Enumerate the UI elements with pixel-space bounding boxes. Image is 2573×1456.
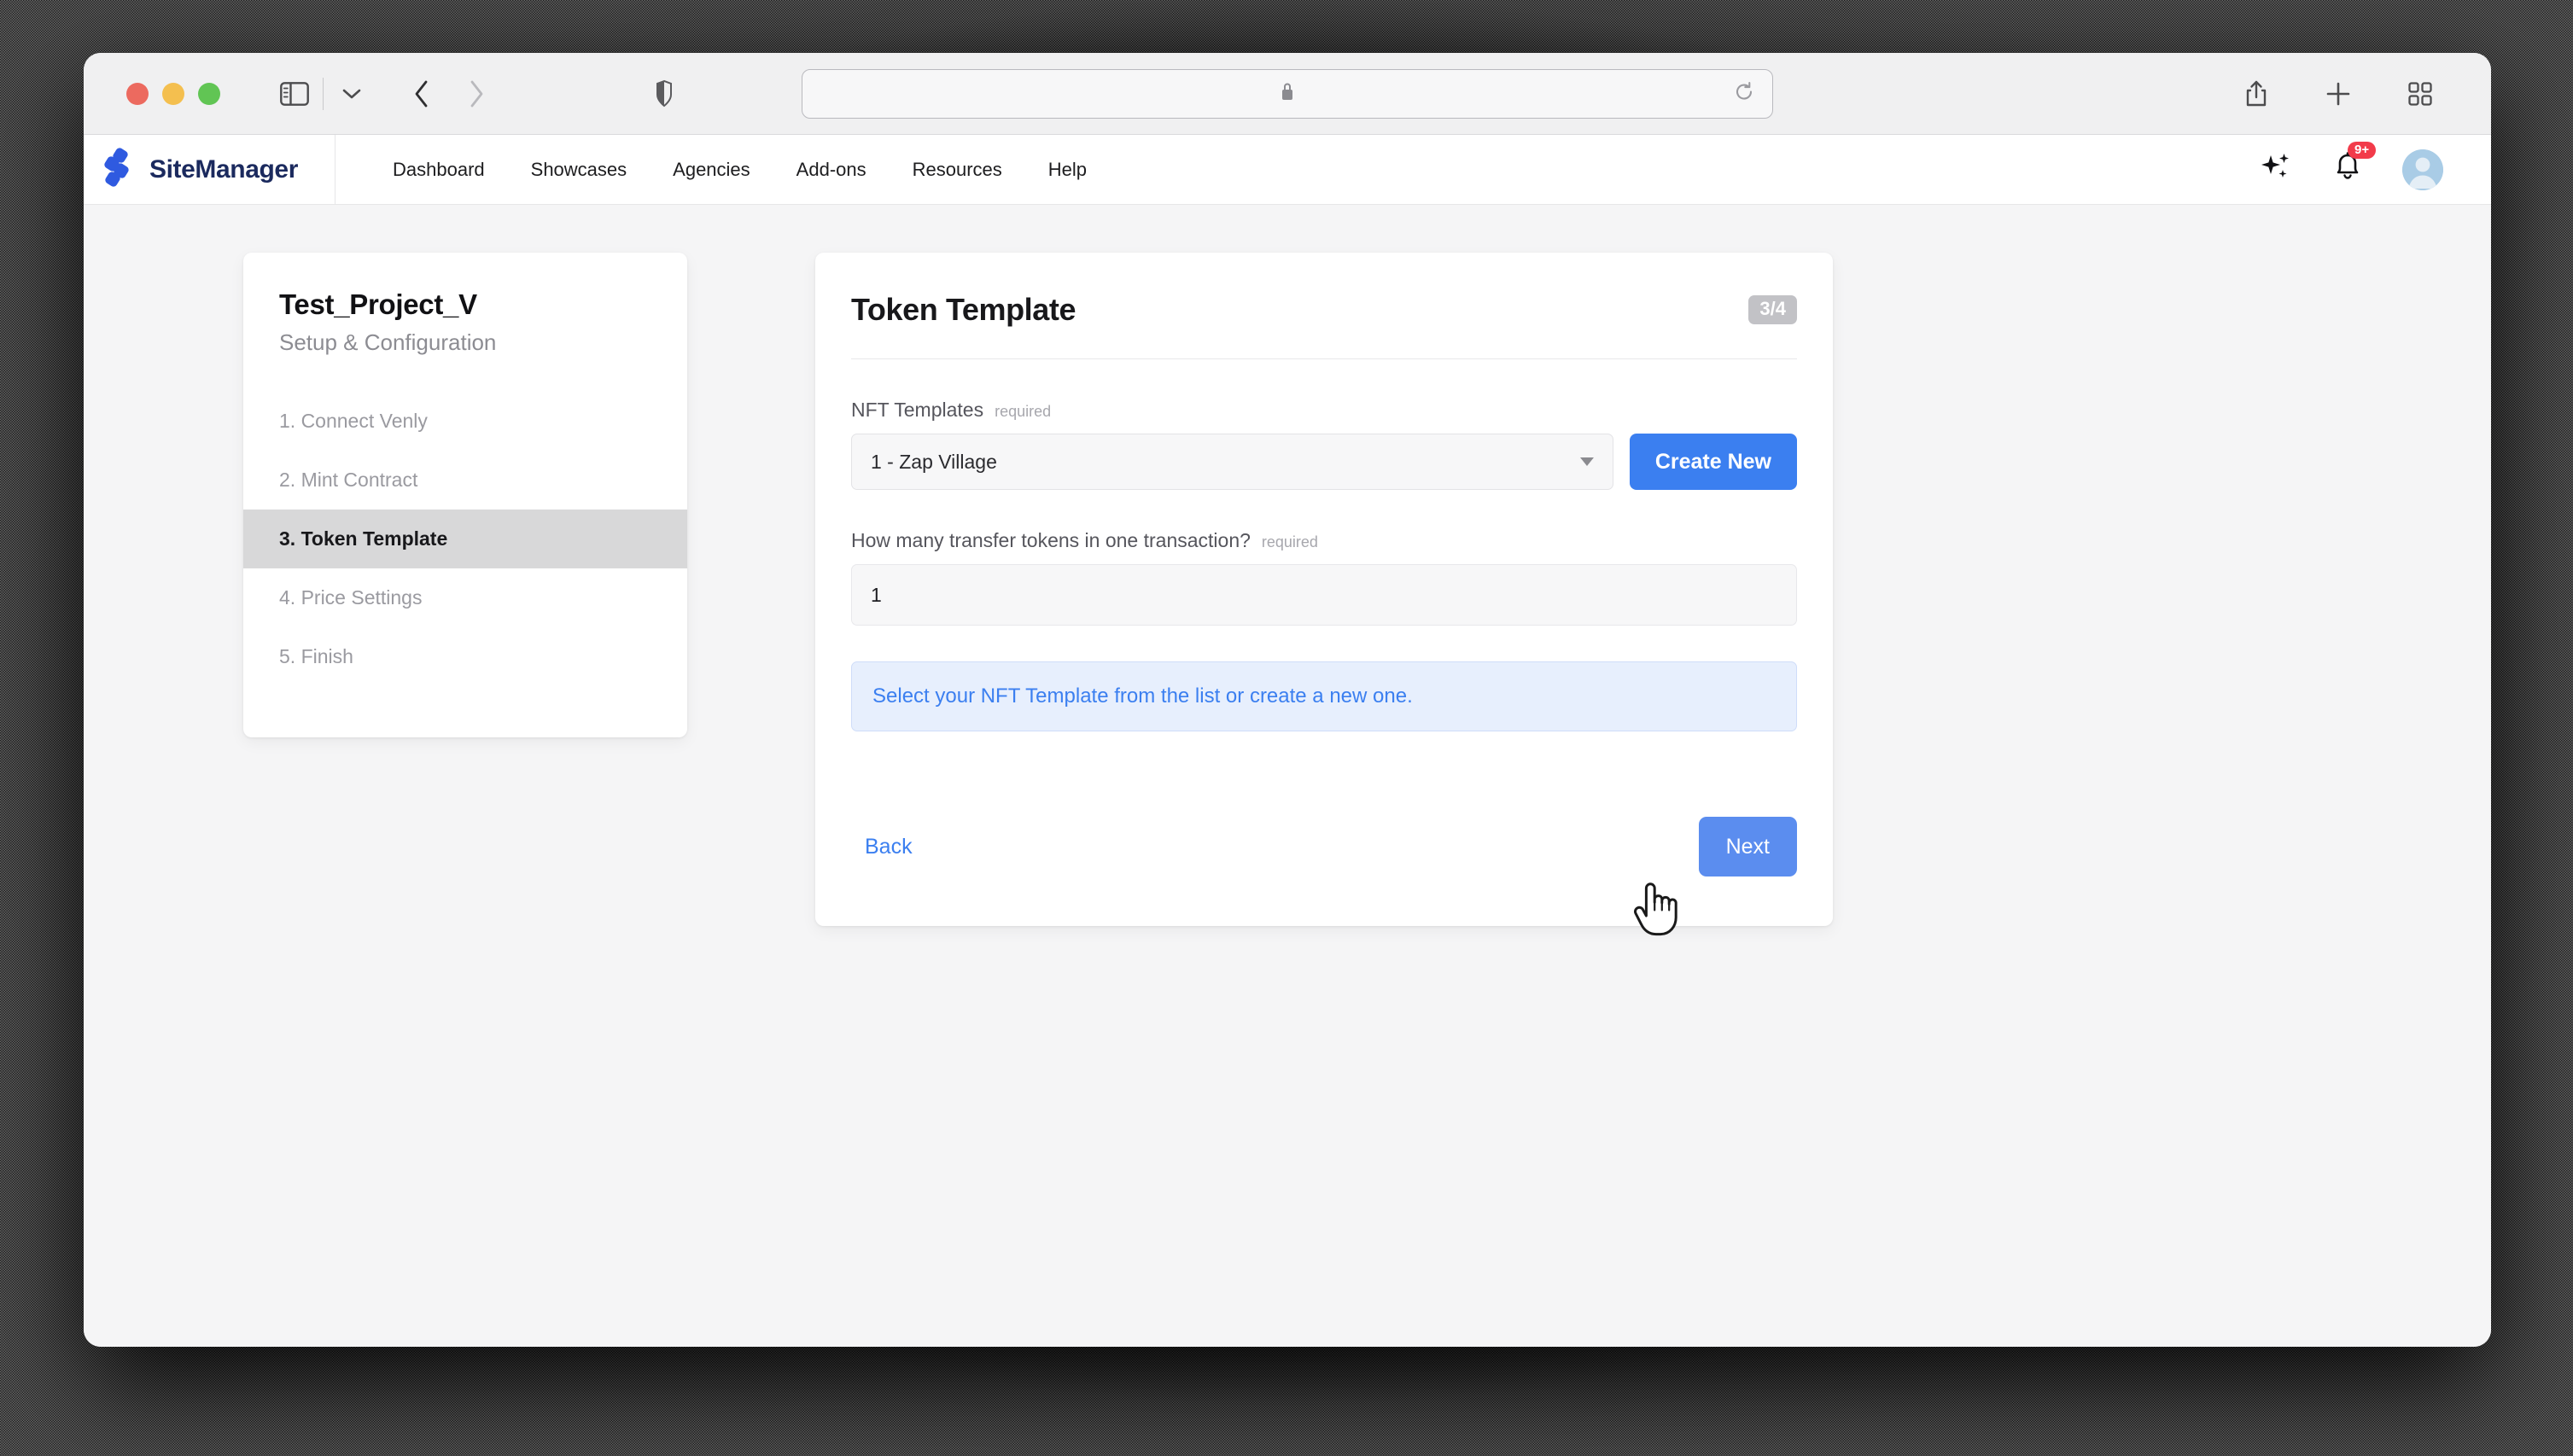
token-template-card: Token Template 3/4 NFT Templates require… [815,253,1833,926]
nft-templates-field: NFT Templates required 1 - Zap Village C… [851,399,1797,490]
browser-window: SiteManager Dashboard Showcases Agencies… [84,53,2491,1347]
minimize-window-button[interactable] [162,82,184,105]
nft-templates-label-row: NFT Templates required [851,399,1797,422]
primary-nav: Dashboard Showcases Agencies Add-ons Res… [335,159,1110,181]
back-button[interactable]: Back [851,826,926,868]
sitemanager-diamond-logo-icon [102,148,135,191]
transfer-tokens-input[interactable] [851,564,1797,626]
create-new-button[interactable]: Create New [1629,434,1797,490]
new-tab-button[interactable] [2315,71,2361,117]
next-button[interactable]: Next [1698,817,1797,877]
nav-link-showcases[interactable]: Showcases [508,159,651,181]
brand-home-link[interactable]: SiteManager [84,135,335,204]
sidebar-step-mint-contract[interactable]: 2. Mint Contract [243,451,687,510]
share-icon[interactable] [2233,71,2279,117]
browser-forward-button[interactable] [453,71,499,117]
project-title: Test_Project_V [279,288,477,320]
nav-utilities: 9+ [2261,142,2491,190]
info-alert: Select your NFT Template from the list o… [851,661,1797,731]
nav-link-addons[interactable]: Add-ons [773,159,890,181]
close-window-button[interactable] [126,82,149,105]
transfer-tokens-label-row: How many transfer tokens in one transact… [851,529,1797,552]
sidebar-step-connect-venly[interactable]: 1. Connect Venly [243,392,687,451]
reload-icon[interactable] [1733,80,1755,107]
page-content: Test_Project_V Setup & Configuration 1. … [84,205,2491,1347]
nft-templates-required-tag: required [995,403,1052,420]
nav-link-dashboard[interactable]: Dashboard [370,159,508,181]
nft-template-selected-value: 1 - Zap Village [871,450,997,473]
sidebar-step-price-settings[interactable]: 4. Price Settings [243,568,687,627]
nft-templates-label: NFT Templates [851,399,984,421]
wizard-steps-card: Test_Project_V Setup & Configuration 1. … [243,253,687,737]
notifications-button[interactable]: 9+ [2334,142,2377,187]
brand-name: SiteManager [149,154,298,183]
card-header: Token Template 3/4 [851,292,1797,359]
user-avatar[interactable] [2402,149,2443,190]
desktop-background: SiteManager Dashboard Showcases Agencies… [0,0,2573,1456]
nav-link-resources[interactable]: Resources [890,159,1025,181]
page-title: Token Template [851,292,1076,327]
app-navbar: SiteManager Dashboard Showcases Agencies… [84,135,2491,205]
toolbar-divider [323,77,324,110]
transfer-tokens-required-tag: required [1261,533,1318,550]
chevron-down-icon [1579,457,1594,466]
step-progress-badge: 3/4 [1748,295,1797,324]
project-subtitle: Setup & Configuration [279,329,497,355]
sidebar-toggle-icon[interactable] [271,71,318,117]
transfer-tokens-field: How many transfer tokens in one transact… [851,529,1797,626]
sidebar-step-token-template[interactable]: 3. Token Template [243,510,687,568]
lock-icon [1280,81,1295,106]
notification-count-badge: 9+ [2348,142,2377,159]
wizard-step-list: 1. Connect Venly 2. Mint Contract 3. Tok… [243,392,687,686]
browser-back-button[interactable] [399,71,445,117]
nft-template-select[interactable]: 1 - Zap Village [851,434,1613,490]
card-footer: Back Next [851,817,1797,877]
tab-overview-icon[interactable] [2397,71,2443,117]
browser-toolbar [84,53,2491,135]
nav-link-agencies[interactable]: Agencies [650,159,773,181]
nav-link-help[interactable]: Help [1025,159,1110,181]
sidebar-step-finish[interactable]: 5. Finish [243,627,687,686]
shield-icon[interactable] [641,71,687,117]
window-controls [126,82,220,105]
sparkle-icon[interactable] [2261,152,2293,187]
address-bar[interactable] [802,68,1773,119]
transfer-tokens-label: How many transfer tokens in one transact… [851,529,1251,551]
maximize-window-button[interactable] [198,82,220,105]
chevron-down-icon[interactable] [329,71,375,117]
